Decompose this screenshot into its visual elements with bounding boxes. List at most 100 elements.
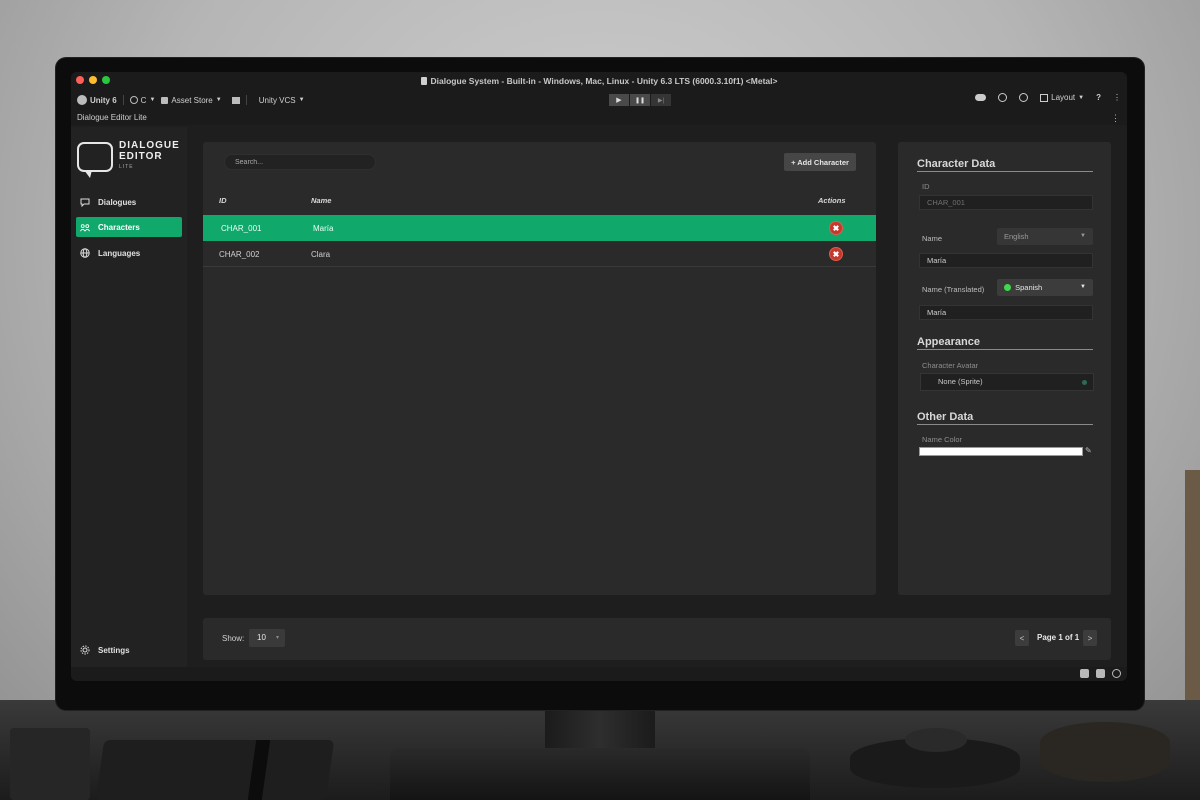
speech-bubble-icon (77, 141, 113, 178)
row-id-cell: CHAR_001 (221, 224, 262, 233)
pause-button[interactable]: ❚❚ (630, 94, 650, 106)
vcs-label: Unity VCS (258, 95, 296, 105)
monitor-stand-base (390, 748, 810, 800)
settings-label: Settings (98, 645, 130, 655)
id-label: ID (922, 182, 930, 191)
add-character-button[interactable]: + Add Character (784, 153, 856, 171)
name-language-dropdown[interactable]: English ▼ (997, 228, 1093, 245)
name-color-label: Name Color (922, 435, 963, 444)
chevron-down-icon: ▼ (1078, 94, 1085, 101)
cloud-icon[interactable] (975, 94, 987, 101)
chevron-down-icon: ▼ (298, 97, 305, 103)
chevron-down-icon: ▼ (149, 97, 156, 103)
play-button[interactable]: ▶ (609, 94, 629, 106)
eyedropper-icon[interactable]: ✎ (1085, 446, 1092, 455)
history-icon[interactable] (998, 93, 1008, 102)
background-notebook (95, 740, 335, 800)
translated-language-value: Spanish (1015, 283, 1043, 292)
column-header-id: ID (219, 196, 227, 205)
next-page-button[interactable]: > (1083, 630, 1097, 646)
section-title-character-data: Character Data (917, 158, 1093, 172)
name-language-value: English (1004, 232, 1029, 241)
close-window-button[interactable] (76, 76, 84, 84)
name-input[interactable]: María (919, 253, 1093, 268)
window-title: Dialogue System - Built-in - Windows, Ma… (420, 76, 777, 86)
asset-store-label: Asset Store (171, 95, 213, 105)
chevron-down-icon: ▾ (275, 635, 279, 641)
translated-language-dropdown[interactable]: Spanish ▼ (997, 279, 1093, 296)
row-name-cell: Clara (311, 250, 331, 259)
unity-version-label: Unity 6 (90, 95, 117, 105)
chevron-right-icon: > (1087, 633, 1093, 643)
status-bar (71, 667, 1127, 681)
unity-version-button[interactable]: Unity 6 (77, 95, 117, 105)
tab-menu-icon[interactable]: ⋮ (1111, 111, 1120, 125)
object-picker-icon[interactable] (1082, 380, 1087, 385)
page-size-dropdown[interactable]: 10 ▾ (249, 629, 285, 647)
account-dropdown[interactable]: C ▼ (129, 96, 156, 105)
minimize-window-button[interactable] (89, 76, 97, 84)
brand-text: DIALOGUE EDITOR LITE (119, 140, 180, 173)
account-icon (129, 96, 138, 104)
gear-icon (80, 645, 90, 655)
name-label: Name (922, 234, 943, 243)
prev-page-button[interactable]: < (1015, 630, 1029, 646)
unity-editor-window: Dialogue System - Built-in - Windows, Ma… (71, 72, 1127, 681)
sidebar-item-dialogues[interactable]: Dialogues (76, 192, 182, 212)
delete-row-button[interactable]: ✖ (829, 221, 843, 235)
brand-logo: DIALOGUE EDITOR LITE (77, 140, 180, 178)
step-icon: ▶| (657, 97, 665, 104)
brand-line-2: EDITOR (119, 151, 163, 162)
page-indicator: Page 1 of 1 (1037, 633, 1080, 642)
package-icon (231, 96, 240, 104)
table-row[interactable]: CHAR_001 María ✖ (203, 215, 876, 241)
avatar-object-field[interactable]: None (Sprite) (920, 373, 1094, 391)
chevron-down-icon: ▼ (1080, 284, 1086, 290)
step-button[interactable]: ▶| (651, 94, 671, 106)
sidebar-item-characters[interactable]: Characters (76, 217, 182, 237)
table-row[interactable]: CHAR_002 Clara ✖ (203, 241, 876, 267)
toolbar-separator (245, 95, 247, 105)
more-options-icon[interactable]: ⋮ (1113, 93, 1121, 102)
background-object (1040, 722, 1170, 782)
sidebar-item-settings[interactable]: Settings (76, 640, 182, 660)
search-icon[interactable] (1019, 93, 1029, 102)
package-button[interactable] (231, 96, 240, 104)
pause-icon: ❚❚ (634, 97, 646, 104)
window-controls (76, 76, 110, 84)
close-icon: ✖ (832, 223, 840, 233)
sidebar: DIALOGUE EDITOR LITE Dialogues Character… (71, 127, 187, 667)
chevron-down-icon: ▼ (1080, 233, 1086, 239)
globe-icon (80, 248, 90, 258)
search-input[interactable] (224, 154, 376, 170)
name-color-field[interactable] (919, 447, 1083, 456)
document-icon (420, 76, 427, 85)
layout-label: Layout (1051, 93, 1076, 102)
main-toolbar: Unity 6 C ▼ Asset Store ▼ Unity VCS ▼ ▶ … (71, 89, 1127, 111)
sidebar-item-label: Dialogues (98, 197, 137, 207)
layout-dropdown[interactable]: Layout ▼ (1040, 93, 1084, 102)
section-title-other-data: Other Data (917, 411, 1093, 425)
character-inspector-panel: Character Data ID CHAR_001 Name English … (898, 142, 1111, 595)
vcs-dropdown[interactable]: Unity VCS ▼ (259, 96, 305, 105)
database-icon[interactable] (1096, 669, 1105, 678)
pagination-bar: Show: 10 ▾ < Page 1 of 1 > (203, 618, 1111, 660)
check-circle-icon[interactable] (1112, 669, 1121, 678)
play-icon: ▶ (616, 97, 622, 104)
tab-dialogue-editor-lite[interactable]: Dialogue Editor Lite (77, 113, 147, 122)
chevron-down-icon: ▼ (215, 97, 222, 103)
translated-name-input[interactable]: María (919, 305, 1093, 320)
sidebar-item-languages[interactable]: Languages (76, 243, 182, 263)
title-bar: Dialogue System - Built-in - Windows, Ma… (71, 72, 1127, 89)
section-title-appearance: Appearance (917, 336, 1093, 350)
page-size-value: 10 (257, 633, 266, 642)
row-id-cell: CHAR_002 (219, 250, 260, 259)
status-icons (1080, 669, 1121, 678)
playmode-controls: ▶ ❚❚ ▶| (609, 94, 671, 106)
delete-row-button[interactable]: ✖ (829, 247, 843, 261)
characters-list-panel: + Add Character ID Name Actions CHAR_001… (203, 142, 876, 595)
help-icon[interactable]: ? (1096, 93, 1101, 102)
asset-store-dropdown[interactable]: Asset Store ▼ (161, 95, 222, 105)
maximize-window-button[interactable] (102, 76, 110, 84)
bug-icon[interactable] (1080, 669, 1089, 678)
